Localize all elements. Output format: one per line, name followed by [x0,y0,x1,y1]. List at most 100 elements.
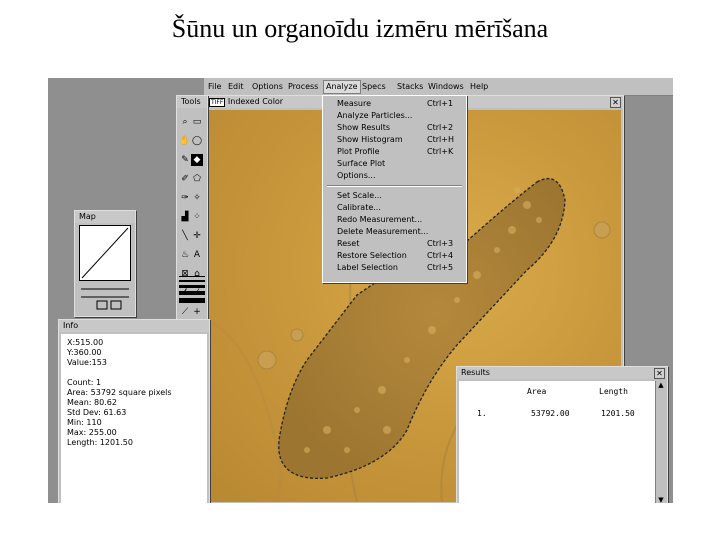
menu-windows[interactable]: Windows [428,82,464,91]
menu-item-show-histogram[interactable]: Show Histogram Ctrl+H [337,134,463,146]
point-icon[interactable]: + [191,306,203,318]
results-title: Results [457,367,667,379]
particle [257,350,277,370]
scroll-down-icon[interactable]: ▼ [656,496,666,503]
menu-item-reset[interactable]: Reset Ctrl+3 [337,238,463,250]
menu-item-label: Label Selection [337,263,398,272]
lut-map-plot [79,225,131,281]
menu-stacks[interactable]: Stacks [397,82,423,91]
menu-item-label-selection[interactable]: Label Selection Ctrl+5 [337,262,463,274]
menu-item-label: Analyze Particles... [337,111,413,120]
analyze-menu: Measure Ctrl+1 Analyze Particles... Show … [322,95,467,283]
menu-item-label: Reset [337,239,360,248]
hand-icon[interactable]: ✋ [179,135,191,147]
menu-file[interactable]: File [208,82,221,91]
info-window[interactable]: Info X:515.00 Y:360.00 Value:153 Count: … [58,319,210,503]
rect-select-icon[interactable]: ▭ [191,116,203,128]
text-tool-icon[interactable]: A [191,249,203,261]
menu-help[interactable]: Help [470,82,488,91]
polygon-select-icon[interactable]: ⬠ [191,173,203,185]
menu-item-surface-plot[interactable]: Surface Plot [337,158,463,170]
info-x: X:515.00 [67,338,104,347]
wand-icon[interactable]: ✧ [191,192,203,204]
image-window-close-button[interactable]: ✕ [610,97,621,108]
tools-window[interactable]: Tools ⌕▭ ✋◯ ✎◆ ✐⬠ ✑✧ ▟⁘ ╲✛ ♨A ⊠⌂ ∠⁄ ⟋+ [176,95,208,321]
menu-item-shortcut: Ctrl+4 [427,251,454,260]
menu-analyze[interactable]: Analyze [323,80,361,94]
info-body: X:515.00 Y:360.00 Value:153 Count: 1 Are… [61,334,207,503]
menu-item-label: Plot Profile [337,147,380,156]
image-window-title: Indexed Color [227,97,284,106]
map-window[interactable]: Map [74,210,136,317]
menu-item-shortcut: Ctrl+3 [427,239,454,248]
freehand-select-icon[interactable]: ◆ [191,154,203,166]
info-y: Y:360.00 [67,348,102,357]
brush-icon[interactable]: ✑ [179,192,191,204]
menu-item-label: Show Histogram [337,135,403,144]
menu-item-measure[interactable]: Measure Ctrl+1 [337,98,463,110]
info-max: Max: 255.00 [67,428,117,437]
zoom-icon[interactable]: ⌕ [179,116,191,128]
menu-item-plot-profile[interactable]: Plot Profile Ctrl+K [337,146,463,158]
flame-icon[interactable]: ♨ [179,249,191,261]
tiff-badge: TIFF [209,98,226,107]
menu-item-show-results[interactable]: Show Results Ctrl+2 [337,122,463,134]
menu-edit[interactable]: Edit [228,82,244,91]
info-min: Min: 110 [67,418,102,427]
menu-item-restore-selection[interactable]: Restore Selection Ctrl+4 [337,250,463,262]
info-value: Value:153 [67,358,107,367]
menu-item-shortcut: Ctrl+5 [427,263,454,272]
results-row-index: 1. [477,409,487,418]
imagej-screenshot: File Edit Options Process Analyze Specs … [48,78,673,503]
menu-item-shortcut: Ctrl+2 [427,123,454,132]
menu-separator [327,185,462,187]
oval-select-icon[interactable]: ◯ [191,135,203,147]
results-row-area: 53792.00 [531,409,570,418]
menu-item-label: Measure [337,99,371,108]
info-area: Area: 53792 square pixels [67,388,172,397]
menu-item-label: Delete Measurement... [337,227,429,236]
results-header-length: Length [599,387,628,396]
lut-curve [81,227,129,279]
menu-item-options[interactable]: Options... [337,170,463,182]
menu-item-calibrate[interactable]: Calibrate... [337,202,463,214]
info-mean: Mean: 80.62 [67,398,117,407]
particle [593,221,611,239]
menu-item-label: Options... [337,171,376,180]
menu-bar: File Edit Options Process Analyze Specs … [204,78,673,96]
results-window[interactable]: Results ✕ Area Length 1. 53792.00 1201.5… [456,366,668,503]
menu-item-set-scale[interactable]: Set Scale... [337,190,463,202]
crosshair-icon[interactable]: ✛ [191,230,203,242]
eyedropper-icon[interactable]: ✐ [179,173,191,185]
info-count: Count: 1 [67,378,102,387]
menu-item-label: Set Scale... [337,191,382,200]
menu-specs[interactable]: Specs [362,82,386,91]
menu-process[interactable]: Process [288,82,318,91]
menu-options[interactable]: Options [252,82,283,91]
particle [290,328,304,342]
scroll-up-icon[interactable]: ▲ [656,381,666,389]
tools-title: Tools [177,96,207,108]
menu-item-shortcut: Ctrl+1 [427,99,454,108]
menu-item-label: Calibrate... [337,203,381,212]
menu-item-shortcut: Ctrl+K [427,147,454,156]
info-stddev: Std Dev: 61.63 [67,408,127,417]
map-controls[interactable] [79,283,131,313]
slide-title: Šūnu un organoīdu izmēru mērīšana [171,14,549,43]
pencil-icon[interactable]: ✎ [179,154,191,166]
info-title: Info [59,320,209,332]
line-icon[interactable]: ╲ [179,230,191,242]
results-close-button[interactable]: ✕ [654,368,665,379]
menu-item-delete-measurement[interactable]: Delete Measurement... [337,226,463,238]
menu-item-shortcut: Ctrl+H [427,135,454,144]
spray-icon[interactable]: ⁘ [191,211,203,223]
segmented-line-icon[interactable]: ⟋ [179,306,191,318]
line-width-palette[interactable] [179,276,205,306]
fill-icon[interactable]: ▟ [179,211,191,223]
menu-item-analyze-particles[interactable]: Analyze Particles... [337,110,463,122]
menu-item-redo-measurement[interactable]: Redo Measurement... [337,214,463,226]
filament [207,319,282,502]
results-scrollbar[interactable]: ▲ ▼ [655,381,666,503]
menu-item-label: Restore Selection [337,251,407,260]
